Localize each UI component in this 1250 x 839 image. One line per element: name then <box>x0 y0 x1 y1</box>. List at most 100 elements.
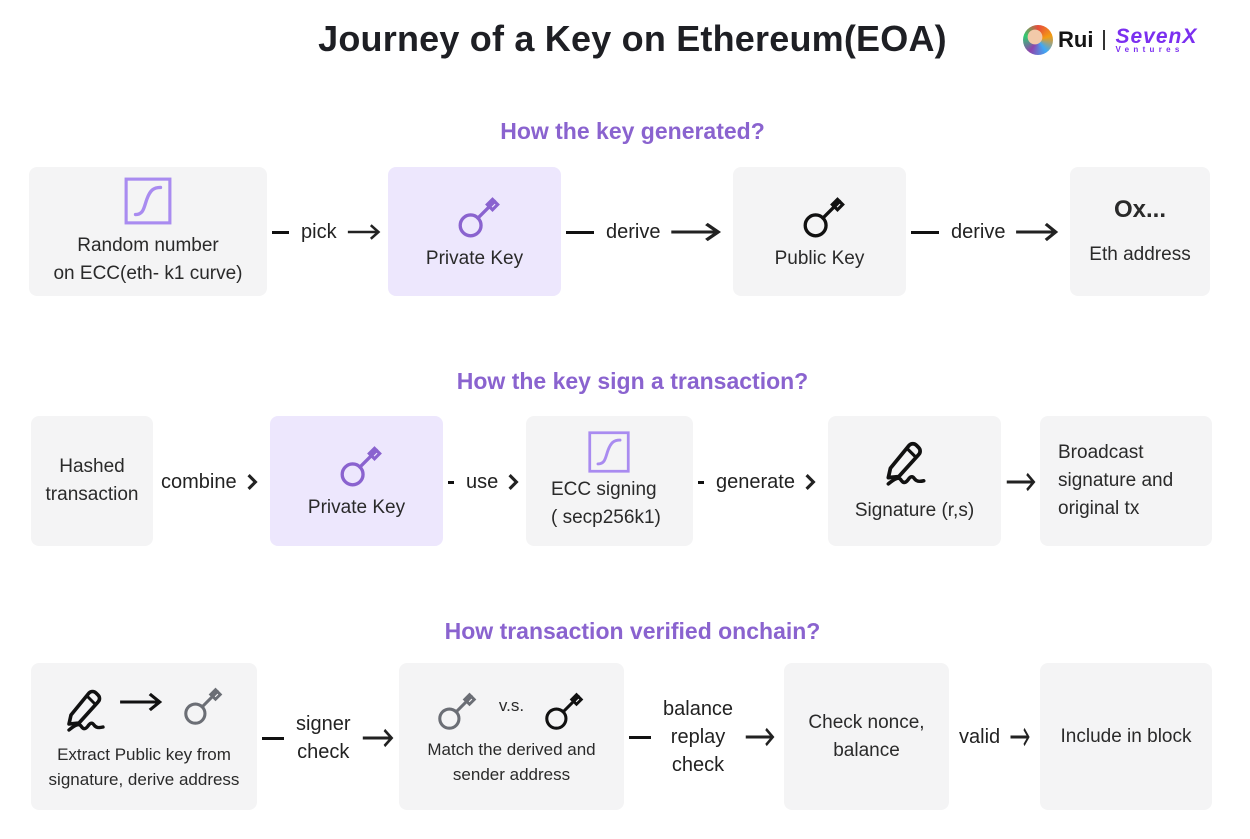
connector-label: use <box>466 471 499 493</box>
node-text: Public Key <box>774 247 865 269</box>
author-name: Rui <box>1058 27 1094 52</box>
connector-use: use <box>448 468 519 496</box>
node-private-key: Private Key <box>388 167 561 296</box>
avatar <box>1023 25 1053 55</box>
arrow-right-icon <box>347 222 381 242</box>
connector-dash <box>911 230 939 234</box>
chevron-right-icon <box>246 473 258 491</box>
sevenx-logo: SevenX Ventures <box>1115 26 1197 54</box>
section-title-signing: How the key sign a transaction? <box>456 368 809 394</box>
node-check-nonce: Check nonce, balance <box>784 663 949 810</box>
brand-divider <box>1103 30 1106 50</box>
logo-main: SevenX <box>1115 25 1198 48</box>
connector-label: pick <box>301 221 337 243</box>
connector-dash <box>629 735 651 739</box>
signature-pen-icon <box>880 437 930 487</box>
chevron-right-icon <box>507 473 519 491</box>
connector-valid: valid <box>959 723 1030 751</box>
node-text: Eth address <box>1089 243 1191 265</box>
section-title-verification: How transaction verified onchain? <box>444 618 821 644</box>
connector-dash <box>448 480 454 484</box>
node-include-in-block: Include in block <box>1040 663 1212 810</box>
connector-label: derive <box>951 221 1006 243</box>
arrow-right-icon <box>1006 472 1036 492</box>
node-text: on ECC(eth- k1 curve) <box>53 262 243 284</box>
connector-dash <box>698 480 704 484</box>
connector-label-line: check <box>671 754 725 776</box>
key-icon <box>435 687 481 733</box>
curve-icon <box>587 430 631 474</box>
versus-label: v.s. <box>498 695 525 715</box>
connector-derive: derive <box>911 218 1059 246</box>
address-prefix: Ox... <box>1113 195 1167 223</box>
connector-label: generate <box>716 471 795 493</box>
node-text: Include in block <box>1060 725 1192 747</box>
node-text: Signature (r,s) <box>854 500 975 521</box>
node-text: Broadcast <box>1058 442 1144 463</box>
connector-generate: generate <box>698 468 816 496</box>
connector-label: valid <box>959 726 1001 748</box>
node-text: signature, derive address <box>48 769 240 789</box>
key-icon <box>181 682 227 728</box>
node-broadcast: Broadcast signature and original tx <box>1040 416 1212 546</box>
connector-dash <box>272 230 289 234</box>
node-text: sender address <box>452 764 571 784</box>
connector-label-line: signer <box>296 713 351 735</box>
node-text: Hashed <box>59 456 125 477</box>
arrow-right-icon <box>1010 727 1030 747</box>
connector-dash <box>566 230 594 234</box>
node-match-address: v.s. Match the derived and sender addres… <box>399 663 624 810</box>
node-random-number: Random number on ECC(eth- k1 curve) <box>29 167 267 296</box>
arrow-right-icon <box>1015 222 1059 242</box>
connector-label-line: replay <box>670 726 726 748</box>
arrow-right-icon <box>362 728 394 748</box>
arrow-right-icon <box>119 692 163 712</box>
node-text: Match the derived and <box>427 739 596 759</box>
node-text: Extract Public key from <box>57 744 231 764</box>
node-text: ECC signing <box>551 479 657 500</box>
node-extract-public-key: Extract Public key from signature, deriv… <box>31 663 257 810</box>
chevron-right-icon <box>804 473 816 491</box>
connector-combine: combine <box>161 468 258 496</box>
arrow-right-icon <box>670 222 722 242</box>
key-icon <box>800 191 850 241</box>
node-text: signature and <box>1058 470 1174 491</box>
node-text: balance <box>833 739 900 761</box>
node-public-key: Public Key <box>733 167 906 296</box>
key-icon <box>542 687 588 733</box>
connector-label-line: check <box>297 741 350 763</box>
node-text: Private Key <box>425 247 524 269</box>
node-hashed-transaction: Hashed transaction <box>31 416 153 546</box>
node-signature: Signature (r,s) <box>828 416 1001 546</box>
connector-signer-check: signer check <box>262 710 394 766</box>
node-text: ( secp256k1) <box>551 507 661 528</box>
connector-label: combine <box>161 471 237 493</box>
logo-sub: Ventures <box>1115 45 1184 54</box>
connector-dash <box>262 736 284 740</box>
key-icon <box>455 191 505 241</box>
connector-broadcast <box>1006 472 1036 492</box>
connector-label: derive <box>606 221 661 243</box>
connector-pick: pick <box>272 218 381 246</box>
icon-row <box>61 682 227 736</box>
connector-balance-replay-check: balance replay check <box>629 695 775 779</box>
node-text: Random number <box>77 234 219 256</box>
section-title-generation: How the key generated? <box>500 118 765 144</box>
signature-pen-icon <box>61 685 109 733</box>
arrow-right-icon <box>745 727 775 747</box>
connector-label: balance replay check <box>663 695 733 779</box>
node-text: Private Key <box>307 497 406 518</box>
node-text: Check nonce, <box>808 711 925 733</box>
node-text: transaction <box>45 484 139 505</box>
node-ecc-signing: ECC signing ( secp256k1) <box>526 416 693 546</box>
node-eth-address: Ox... Eth address <box>1070 167 1210 296</box>
node-text: original tx <box>1058 498 1140 519</box>
node-private-key-sign: Private Key <box>270 416 443 546</box>
connector-label: signer check <box>296 710 350 766</box>
curve-icon <box>123 176 173 226</box>
icon-row: v.s. <box>435 687 588 733</box>
brand: Rui SevenX Ventures <box>1023 24 1197 56</box>
key-icon <box>337 440 387 490</box>
connector-derive: derive <box>566 218 722 246</box>
connector-label-line: balance <box>663 698 734 720</box>
